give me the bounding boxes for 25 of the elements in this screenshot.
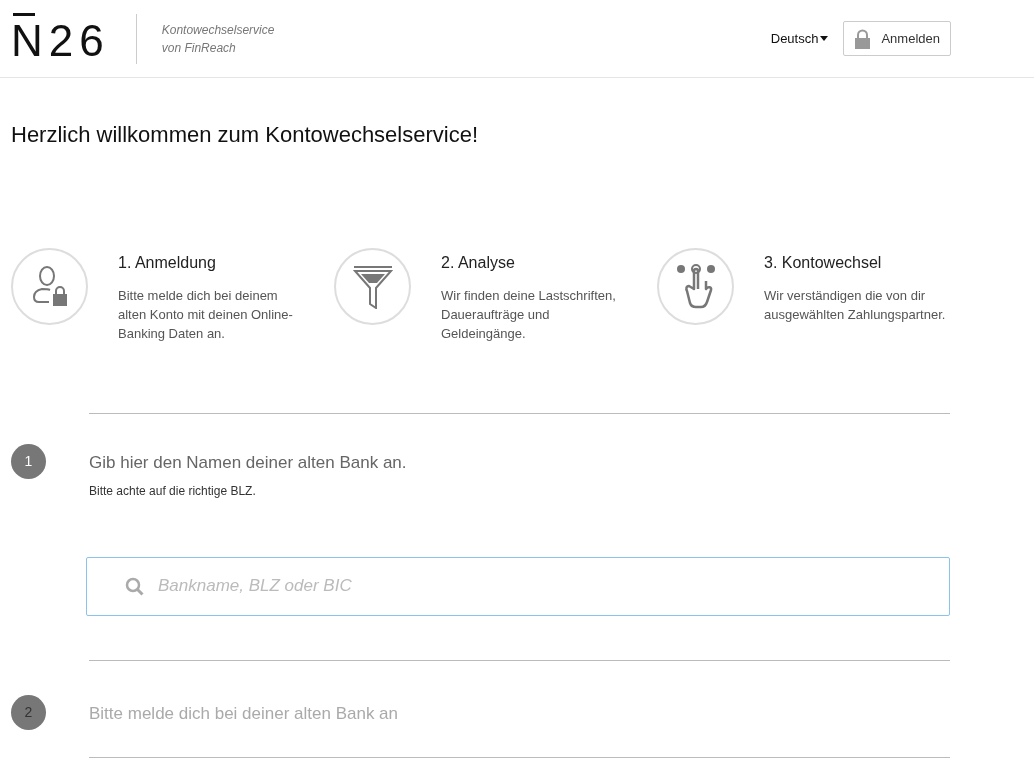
logo-bar-icon	[13, 12, 35, 16]
feature-title: 2. Analyse	[441, 253, 516, 273]
feature-description: Wir verständigen die von dir ausgewählten Zahlungspartner.	[764, 287, 947, 324]
tagline: Kontowechselservice	[161, 21, 275, 39]
tagline: von FinReach	[161, 39, 237, 57]
login-button[interactable]: Anmelden	[843, 21, 951, 56]
user-padlock-icon	[31, 265, 68, 308]
search-icon	[125, 576, 144, 596]
step-hint: Bitte achte auf die richtige BLZ.	[89, 482, 257, 500]
feature-description: Wir finden deine Lastschriften, Daueraufträge und Geldeingänge.	[441, 287, 617, 343]
step-number: 1	[11, 444, 46, 479]
feature-description: Bitte melde dich bei deinem alten Konto mit deinen Online-Banking Daten an.	[118, 287, 294, 343]
page-title: Herzlich willkommen zum Kontowechselservice!	[11, 121, 480, 149]
step-number: 2	[11, 694, 46, 730]
feature-title: 1. Anmeldung	[118, 253, 217, 273]
caret-icon	[820, 36, 829, 41]
language-dropdown[interactable]: Deutsch	[770, 28, 829, 49]
feature-title: 3. Kontowechsel	[764, 253, 883, 273]
step-title: Bitte melde dich bei deiner alten Bank an	[89, 702, 399, 725]
bank-search-field[interactable]: Bankname, BLZ oder BIC	[86, 556, 950, 616]
step-title: Gib hier den Namen deiner alten Bank an.	[89, 452, 407, 474]
logo: N26	[11, 18, 110, 63]
funnel-icon	[352, 264, 393, 309]
padlock-icon	[854, 28, 872, 49]
hand-tap-icon	[675, 262, 716, 311]
